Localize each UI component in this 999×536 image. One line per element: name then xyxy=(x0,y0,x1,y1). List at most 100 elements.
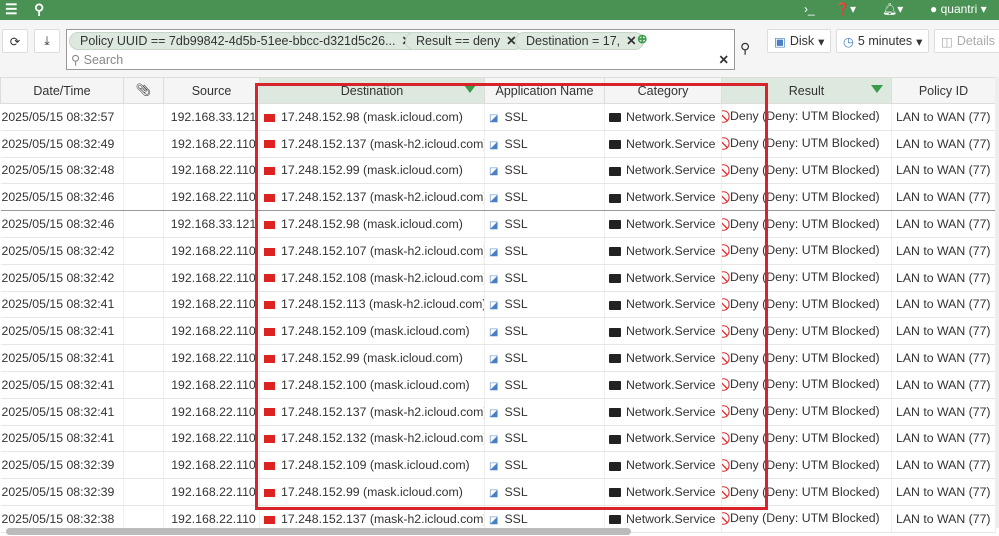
datetime-cell: 2025/05/15 08:32:41 xyxy=(0,317,124,346)
refresh-button[interactable]: ⟳ xyxy=(2,29,28,53)
category-cell: Network.Service xyxy=(604,317,722,346)
table-row[interactable]: 2025/05/15 08:32:49 192.168.22.110 17.24… xyxy=(0,130,996,158)
table-row[interactable]: 2025/05/15 08:32:41 192.168.22.110 17.24… xyxy=(0,425,996,453)
table-row[interactable]: 2025/05/15 08:32:46 192.168.22.110 17.24… xyxy=(0,183,996,212)
folder-icon xyxy=(609,273,621,283)
policy-cell: LAN to WAN (77) xyxy=(891,210,996,238)
datetime-cell: 2025/05/15 08:32:46 xyxy=(0,210,124,238)
category-text: Network.Service xyxy=(626,243,716,258)
filter-box[interactable]: Policy UUID == 7db99842-4d5b-51ee-bbcc-d… xyxy=(66,29,735,70)
flag-icon xyxy=(264,274,275,283)
destination-text: 17.248.152.109 (mask.icloud.com) xyxy=(281,458,470,473)
search-icon[interactable]: ⚲ xyxy=(34,1,44,18)
app-text: SSL xyxy=(504,485,528,500)
vertical-scrollbar[interactable] xyxy=(995,77,999,528)
table-row[interactable]: 2025/05/15 08:32:41 192.168.22.110 17.24… xyxy=(0,291,996,319)
destination-cell: 17.248.152.99 (mask.icloud.com) xyxy=(259,344,485,372)
source-cell: 192.168.22.110 xyxy=(163,398,260,426)
close-icon[interactable]: ✕ xyxy=(626,34,636,48)
attachment-cell xyxy=(123,237,164,265)
table-row[interactable]: 2025/05/15 08:32:41 192.168.22.110 17.24… xyxy=(0,371,996,399)
table-row[interactable]: 2025/05/15 08:32:39 192.168.22.110 17.24… xyxy=(0,478,996,506)
table-row[interactable]: 2025/05/15 08:32:42 192.168.22.110 17.24… xyxy=(0,237,996,265)
result-cell: ⃠Deny (Deny: UTM Blocked) xyxy=(721,103,892,131)
policy-cell: LAN to WAN (77) xyxy=(891,478,996,506)
policy-cell: LAN to WAN (77) xyxy=(891,291,996,319)
cli-icon[interactable]: ›_ xyxy=(804,2,815,16)
application-cell: ◪ SSL xyxy=(484,371,605,399)
category-text: Network.Service xyxy=(626,431,716,446)
result-cell: ⃠Deny (Deny: UTM Blocked) xyxy=(721,237,892,265)
details-button[interactable]: ◫ Details xyxy=(934,29,999,53)
destination-cell: 17.248.152.107 (mask-h2.icloud.com) xyxy=(259,237,485,265)
folder-icon xyxy=(609,300,621,310)
attachment-cell xyxy=(123,103,164,131)
header-source[interactable]: Source xyxy=(163,77,260,104)
table-row[interactable]: 2025/05/15 08:32:41 192.168.22.110 17.24… xyxy=(0,317,996,346)
source-cell: 192.168.22.110 xyxy=(163,371,260,399)
search-placeholder: Search xyxy=(83,53,124,67)
disk-label: Disk xyxy=(789,34,815,48)
result-text: Deny (Deny: UTM Blocked) xyxy=(730,457,880,472)
datetime-cell: 2025/05/15 08:32:42 xyxy=(0,237,124,265)
table-row[interactable]: 2025/05/15 08:32:46 192.168.33.121 17.24… xyxy=(0,210,996,238)
chip-label: Destination = 17, xyxy=(526,34,621,48)
header-result[interactable]: Result xyxy=(721,77,892,104)
attachment-cell xyxy=(123,157,164,185)
refresh-icon: ⟳ xyxy=(9,34,21,49)
header-label: Destination xyxy=(340,83,404,98)
source-cell: 192.168.22.110 xyxy=(163,291,260,319)
source-cell: 192.168.33.121 xyxy=(163,210,260,238)
category-cell: Network.Service xyxy=(604,478,722,506)
flag-icon xyxy=(264,354,275,363)
category-text: Network.Service xyxy=(626,485,716,500)
table-row[interactable]: 2025/05/15 08:32:48 192.168.22.110 17.24… xyxy=(0,157,996,185)
datetime-cell: 2025/05/15 08:32:39 xyxy=(0,478,124,506)
application-cell: ◪ SSL xyxy=(484,103,605,131)
menu-icon[interactable]: ☰ xyxy=(5,1,18,18)
filter-chip-destination[interactable]: Destination = 17, ✕ xyxy=(515,32,644,50)
app-text: SSL xyxy=(504,431,528,446)
filter-icon xyxy=(464,85,476,93)
bell-icon[interactable]: 🔔︎▾ xyxy=(882,2,903,16)
attachment-cell xyxy=(123,478,164,506)
download-button[interactable]: ⤓ xyxy=(34,29,60,53)
flag-icon xyxy=(264,140,275,149)
clear-icon[interactable]: ✕ xyxy=(719,52,729,67)
header-attachment[interactable]: 📎︎ xyxy=(123,77,164,104)
folder-icon xyxy=(609,515,621,525)
attachment-cell xyxy=(123,291,164,319)
header-application[interactable]: Application Name xyxy=(484,77,605,104)
user-menu[interactable]: ● quantri ▾ xyxy=(930,2,987,16)
attachment-cell xyxy=(123,344,164,372)
datetime-cell: 2025/05/15 08:32:57 xyxy=(0,103,124,131)
table-row[interactable]: 2025/05/15 08:32:39 192.168.22.110 17.24… xyxy=(0,451,996,480)
table-row[interactable]: 2025/05/15 08:32:41 192.168.22.110 17.24… xyxy=(0,398,996,426)
search-submit-icon[interactable]: ⚲ xyxy=(740,40,750,57)
result-cell: ⃠Deny (Deny: UTM Blocked) xyxy=(721,183,892,212)
header-policy-id[interactable]: Policy ID xyxy=(891,77,996,104)
filter-chip-policy-uuid[interactable]: Policy UUID == 7db99842-4d5b-51ee-bbcc-d… xyxy=(69,32,419,50)
destination-cell: 17.248.152.113 (mask-h2.icloud.com) xyxy=(259,291,485,319)
destination-cell: 17.248.152.137 (mask-h2.icloud.com) xyxy=(259,183,485,212)
table-row[interactable]: 2025/05/15 08:32:41 192.168.22.110 17.24… xyxy=(0,344,996,372)
columns-icon: ◫ xyxy=(941,34,953,49)
filter-chip-result[interactable]: Result == deny ✕ xyxy=(405,32,524,50)
search-input[interactable]: ⚲ Search xyxy=(71,52,123,67)
header-datetime[interactable]: Date/Time xyxy=(0,77,124,104)
time-range-dropdown[interactable]: ◷ 5 minutes ▾ xyxy=(836,29,930,53)
header-category[interactable]: Category xyxy=(604,77,722,104)
table-row[interactable]: 2025/05/15 08:32:42 192.168.22.110 17.24… xyxy=(0,264,996,292)
add-filter-icon[interactable]: ⊕ xyxy=(637,31,647,46)
header-destination[interactable]: Destination xyxy=(259,77,485,104)
table-row[interactable]: 2025/05/15 08:32:57 192.168.33.121 17.24… xyxy=(0,103,996,131)
disk-dropdown[interactable]: ▣ Disk ▾ xyxy=(767,29,832,53)
horizontal-scrollbar[interactable] xyxy=(6,528,631,535)
folder-icon xyxy=(609,407,621,417)
destination-text: 17.248.152.100 (mask.icloud.com) xyxy=(281,377,470,392)
result-text: Deny (Deny: UTM Blocked) xyxy=(730,216,880,231)
category-text: Network.Service xyxy=(626,190,716,205)
flag-icon xyxy=(264,408,275,417)
help-icon[interactable]: ❓▾ xyxy=(835,2,856,16)
app-icon: ◪ xyxy=(489,327,499,339)
